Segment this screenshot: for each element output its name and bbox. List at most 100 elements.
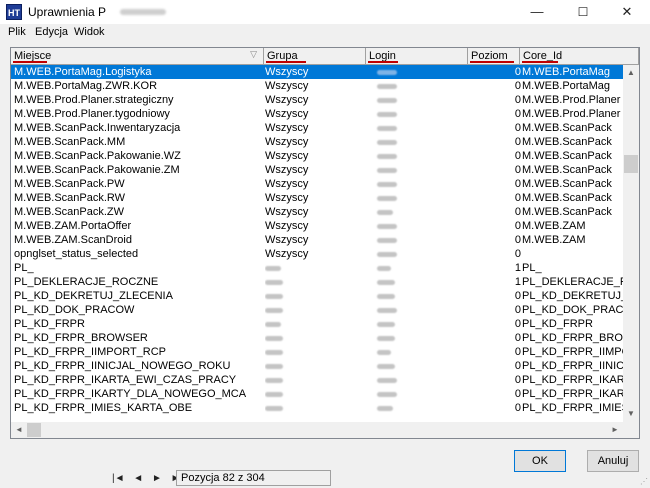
redacted-group (265, 405, 283, 411)
close-button[interactable]: ✕ (604, 0, 650, 24)
column-header-poziom[interactable]: Poziom (468, 48, 520, 65)
table-row[interactable]: PL_KD_FRPR_IKARTY_DLA_NOWEGO_MCA 0 PL_KD_F… (11, 387, 623, 401)
cell-poziom: 0 (514, 318, 521, 330)
menu-widok[interactable]: Widok (74, 26, 105, 38)
cell-miejsce: M.WEB.PortaMag.Logistyka (14, 66, 152, 78)
cell-core-id: M.WEB.PortaMag (522, 66, 611, 78)
column-header-login[interactable]: Login (366, 48, 468, 65)
cell-grupa (265, 261, 365, 275)
menu-edycja[interactable]: Edycja (35, 26, 68, 38)
table-row[interactable]: PL_KD_DEKRETUJ_ZLECENIA 0PL_KD_DEKRETUJ_Z… (11, 289, 623, 303)
column-header-grupa[interactable]: Grupa (264, 48, 366, 65)
table-row[interactable]: PL_KD_FRPR_BROWSER 0PL_KD_FRPR_BROWSEI (11, 331, 623, 345)
column-header-core-id[interactable]: Core_Id (520, 48, 639, 65)
scroll-left-arrow-icon[interactable]: ◄ (11, 422, 27, 438)
table-row[interactable]: M.WEB.ScanPack.MM Wszyscy 0 M.WEB.ScanPack (11, 135, 623, 149)
previous-record-icon[interactable]: ◄ (133, 473, 143, 484)
redacted-login (377, 125, 397, 131)
vertical-scroll-thumb[interactable] (624, 155, 638, 173)
scroll-down-arrow-icon[interactable]: ▼ (623, 406, 639, 422)
table-row[interactable]: M.WEB.ScanPack.PW Wszyscy 0 M.WEB.ScanPack (11, 177, 623, 191)
table-row[interactable]: PL_KD_FRPR 0 PL_KD_FRPR (11, 317, 623, 331)
cell-grupa: Wszyscy (265, 178, 309, 190)
table-row[interactable]: PL_KD_FRPR_IKARTA_EWI_CZAS_PRACY 0 PL_KD_F… (11, 373, 623, 387)
table-row[interactable]: M.WEB.ScanPack.Pakowanie.ZM Wszyscy 0 M.WEB… (11, 163, 623, 177)
cell-login (367, 149, 467, 163)
redacted-login (377, 181, 397, 187)
cell-poziom: 0 (514, 94, 521, 106)
maximize-button[interactable]: ☐ (560, 0, 606, 24)
table-row[interactable]: PL_ 1 PL_ (11, 261, 623, 275)
table-row[interactable]: M.WEB.Prod.Planer.strategiczny Wszyscy 0 M.… (11, 93, 623, 107)
cell-miejsce: M.WEB.ScanPack.RW (14, 192, 126, 204)
redacted-login (377, 321, 395, 327)
redacted-login (377, 69, 397, 75)
table-row[interactable]: M.WEB.PortaMag.ZWR.KOR Wszyscy 0 M.WEB.Port… (11, 79, 623, 93)
redacted-login (377, 293, 395, 299)
table-row[interactable]: PL_KD_FRPR_IIMPORT_RCP 0PL_KD_FRPR_IIMPOR… (11, 345, 623, 359)
cell-login (367, 289, 467, 303)
cell-poziom: 0 (514, 402, 521, 414)
table-row[interactable]: M.WEB.ZAM.ScanDroid Wszyscy 0 M.WEB.ZAM (11, 233, 623, 247)
cell-miejsce: opnglset_status_selected (14, 248, 139, 260)
cell-core-id: PL_ (522, 262, 542, 274)
cell-miejsce: PL_KD_DEKRETUJ_ZLECENIA (14, 290, 173, 302)
table-row[interactable]: PL_DEKLERACJE_ROCZNE 1PL_DEKLERACJE_ROCZ (11, 275, 623, 289)
ok-button[interactable]: OK (514, 450, 566, 472)
cell-core-id: PL_KD_FRPR_BROWSEI (522, 332, 623, 344)
scroll-up-arrow-icon[interactable]: ▲ (623, 65, 639, 81)
redacted-login (377, 377, 397, 383)
horizontal-scroll-thumb[interactable] (27, 423, 41, 437)
cell-miejsce: M.WEB.ScanPack.ZW (14, 206, 125, 218)
cell-grupa: Wszyscy (265, 248, 309, 260)
redacted-group (265, 377, 283, 383)
cell-poziom: 0 (514, 80, 521, 92)
table-row[interactable]: M.WEB.ScanPack.ZW Wszyscy 0 M.WEB.ScanPack (11, 205, 623, 219)
first-record-icon[interactable]: |◄ (112, 473, 125, 484)
resize-grip-icon[interactable]: ⋰ (640, 477, 648, 486)
permissions-grid: Miejsce ▽ Grupa Login Poziom Core_Id M.W… (10, 47, 640, 439)
cell-miejsce: M.WEB.Prod.Planer.tygodniowy (14, 108, 170, 120)
table-row[interactable]: M.WEB.ScanPack.Inwentaryzacja Wszyscy 0 M.W… (11, 121, 623, 135)
cell-miejsce: PL_DEKLERACJE_ROCZNE (14, 276, 159, 288)
cell-core-id: PL_KD_FRPR_IMIES_KA (522, 402, 623, 414)
table-row[interactable]: PL_KD_FRPR_IINICJAL_NOWEGO_ROKU 0 PL_KD_FR… (11, 359, 623, 373)
vertical-scrollbar[interactable]: ▲ ▼ (623, 65, 639, 422)
cell-poziom: 0 (514, 66, 521, 78)
cell-grupa (265, 401, 365, 415)
redacted-group (265, 391, 283, 397)
horizontal-scrollbar[interactable]: ◄ ► (11, 422, 623, 438)
table-row[interactable]: M.WEB.ScanPack.RW Wszyscy 0 M.WEB.ScanPack (11, 191, 623, 205)
app-icon: HT (6, 4, 22, 20)
scroll-right-arrow-icon[interactable]: ► (607, 422, 623, 438)
table-row[interactable]: PL_KD_DOK_PRACOW0PL_KD_DOK_PRACOW (11, 303, 623, 317)
cell-miejsce: PL_KD_FRPR_IIMPORT_RCP (14, 346, 167, 358)
cell-grupa: Wszyscy (265, 108, 309, 120)
table-row[interactable]: PL_KD_FRPR_IMIES_KARTA_OBE 0 PL_KD_FRPR_IM… (11, 401, 623, 415)
cell-login (367, 135, 467, 149)
cell-poziom: 0 (514, 374, 521, 386)
cell-grupa: Wszyscy (265, 192, 309, 204)
cell-poziom: 0 (514, 220, 521, 232)
cell-core-id: M.WEB.Prod.Planer (522, 94, 621, 106)
cancel-button[interactable]: Anuluj (587, 450, 639, 472)
cell-grupa (265, 289, 365, 303)
table-row[interactable]: M.WEB.PortaMag.Logistyka Wszyscy 0 M.WEB.Po… (11, 65, 623, 79)
table-row[interactable]: M.WEB.Prod.Planer.tygodniowy Wszyscy 0 M.WE… (11, 107, 623, 121)
column-header-miejsce[interactable]: Miejsce ▽ (11, 48, 264, 65)
redacted-login (377, 363, 395, 369)
record-position: Pozycja 82 z 304 (181, 472, 265, 484)
cell-login (367, 177, 467, 191)
cell-core-id (522, 247, 623, 261)
table-row[interactable]: M.WEB.ZAM.PortaOffer Wszyscy 0 M.WEB.ZAM (11, 219, 623, 233)
menu-plik[interactable]: Plik (8, 26, 26, 38)
next-record-icon[interactable]: ► (152, 473, 162, 484)
cell-miejsce: M.WEB.ZAM.ScanDroid (14, 234, 132, 246)
redacted-login (377, 223, 397, 229)
minimize-button[interactable]: — (514, 0, 560, 24)
cell-core-id: PL_KD_FRPR_IKARTA_E (522, 374, 623, 386)
cell-grupa (265, 345, 365, 359)
table-row[interactable]: opnglset_status_selected Wszyscy 0 (11, 247, 623, 261)
table-row[interactable]: M.WEB.ScanPack.Pakowanie.WZ Wszyscy 0 M.WEB… (11, 149, 623, 163)
header-underline (522, 61, 558, 63)
